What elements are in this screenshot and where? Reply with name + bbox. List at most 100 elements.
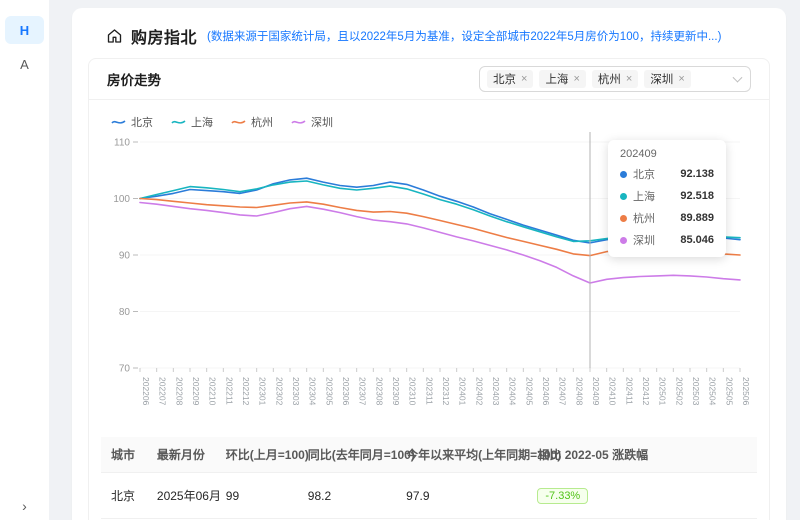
city-tag-beijing[interactable]: 北京 × [487, 70, 534, 88]
city-tag-label: 深圳 [650, 74, 674, 86]
svg-text:70: 70 [119, 364, 131, 375]
series-dot-icon [620, 192, 627, 200]
svg-text:202305: 202305 [324, 377, 334, 406]
sidebar-item-about[interactable]: A [5, 50, 44, 78]
trend-panel-header: 房价走势 北京 × 上海 × 杭州 × 深圳 × [89, 59, 769, 100]
cell-yoy: 98.2 [297, 472, 397, 519]
page-title: 购房指北 [131, 30, 198, 47]
svg-text:202402: 202402 [474, 377, 484, 406]
svg-text:202207: 202207 [158, 377, 168, 406]
svg-text:202404: 202404 [508, 377, 518, 406]
svg-text:202504: 202504 [708, 377, 718, 406]
remove-tag-icon[interactable]: × [678, 73, 684, 85]
tooltip-city: 深圳 [633, 235, 655, 247]
cell-mom: 99 [215, 472, 298, 519]
svg-text:202407: 202407 [558, 377, 568, 406]
page-subtitle: (数据来源于国家统计局，且以2022年5月为基准，设定全部城市2022年5月房价… [207, 31, 722, 43]
header-yoy: 同比(去年同月=100) [297, 437, 415, 473]
svg-text:202405: 202405 [524, 377, 534, 406]
svg-text:202412: 202412 [641, 377, 651, 406]
tooltip-value: 92.138 [680, 168, 714, 180]
svg-text:202309: 202309 [391, 377, 401, 406]
svg-text:80: 80 [119, 307, 131, 318]
svg-text:202411: 202411 [624, 377, 634, 405]
cell-month: 2025年06月 [146, 472, 221, 519]
svg-text:90: 90 [119, 251, 131, 262]
remove-tag-icon[interactable]: × [626, 73, 632, 85]
legend-item-shanghai[interactable]: 上海 [171, 114, 213, 130]
svg-text:110: 110 [114, 138, 130, 149]
series-dot-icon [620, 236, 627, 244]
svg-text:202304: 202304 [308, 377, 318, 406]
legend-label: 深圳 [311, 117, 333, 129]
header-ytd-avg: 今年以来平均(上年同期=100) [396, 437, 561, 473]
city-tag-label: 上海 [545, 74, 569, 86]
tooltip-row: 上海 92.518 [620, 188, 714, 204]
city-tag-label: 北京 [493, 74, 516, 86]
legend-item-hangzhou[interactable]: 杭州 [231, 114, 273, 130]
header-mom: 环比(上月=100) [215, 437, 309, 473]
svg-text:202503: 202503 [691, 377, 701, 406]
tooltip-value: 92.518 [680, 190, 714, 202]
header-change: 相比 2022-05 涨跌幅 [527, 437, 757, 473]
sidebar-item-home[interactable]: H [5, 16, 44, 44]
svg-text:202403: 202403 [491, 377, 501, 406]
trend-panel: 房价走势 北京 × 上海 × 杭州 × 深圳 × 北京 上海 杭州 深圳 70 … [88, 58, 770, 520]
trend-panel-title: 房价走势 [107, 73, 161, 88]
chevron-down-icon[interactable] [732, 72, 743, 83]
legend-label: 上海 [191, 117, 213, 129]
svg-text:202301: 202301 [258, 377, 268, 406]
table-header-row: 城市 最新月份 环比(上月=100) 同比(去年同月=100) 今年以来平均(上… [101, 437, 757, 473]
svg-text:202501: 202501 [658, 377, 668, 406]
svg-text:202206: 202206 [141, 377, 151, 406]
table-row-beijing: 北京 2025年06月 99 98.2 97.9 -7.33% [101, 472, 757, 519]
line-marker-icon [291, 120, 306, 124]
tooltip-value: 89.889 [680, 212, 714, 224]
remove-tag-icon[interactable]: × [573, 73, 579, 85]
line-marker-icon [171, 120, 186, 124]
tooltip-row: 杭州 89.889 [620, 210, 714, 226]
tooltip-city: 杭州 [633, 213, 655, 225]
page-header: 购房指北 (数据来源于国家统计局，且以2022年5月为基准，设定全部城市2022… [88, 22, 770, 58]
tooltip-date: 202409 [620, 148, 657, 160]
city-tag-shanghai[interactable]: 上海 × [539, 70, 586, 88]
svg-text:202312: 202312 [441, 377, 451, 406]
svg-text:202310: 202310 [408, 377, 418, 406]
city-multiselect[interactable]: 北京 × 上海 × 杭州 × 深圳 × [479, 66, 751, 92]
legend-item-beijing[interactable]: 北京 [111, 114, 153, 130]
tooltip-city: 北京 [633, 169, 655, 181]
svg-text:202502: 202502 [674, 377, 684, 406]
series-dot-icon [620, 214, 627, 222]
line-marker-icon [231, 120, 246, 124]
svg-text:202302: 202302 [274, 377, 284, 406]
header-latest-month: 最新月份 [146, 437, 216, 473]
svg-text:202210: 202210 [208, 377, 218, 406]
tooltip-city: 上海 [633, 191, 655, 203]
svg-text:202306: 202306 [341, 377, 351, 406]
chart-legend: 北京 上海 杭州 深圳 [111, 114, 333, 130]
svg-text:202209: 202209 [191, 377, 201, 406]
city-stats-table: 城市 最新月份 环比(上月=100) 同比(去年同月=100) 今年以来平均(上… [101, 437, 757, 520]
city-tag-shenzhen[interactable]: 深圳 × [644, 70, 691, 88]
city-tag-hangzhou[interactable]: 杭州 × [591, 70, 639, 88]
sidebar: H A › [0, 0, 49, 520]
svg-text:202208: 202208 [174, 377, 184, 406]
main-area: 购房指北 (数据来源于国家统计局，且以2022年5月为基准，设定全部城市2022… [49, 0, 800, 520]
line-marker-icon [111, 120, 126, 124]
series-dot-icon [620, 170, 627, 178]
svg-text:202308: 202308 [374, 377, 384, 406]
svg-text:202505: 202505 [724, 377, 734, 406]
content-card: 购房指北 (数据来源于国家统计局，且以2022年5月为基准，设定全部城市2022… [72, 8, 786, 520]
cell-city: 北京 [101, 472, 147, 519]
sidebar-collapse-icon[interactable]: › [0, 498, 49, 514]
legend-item-shenzhen[interactable]: 深圳 [291, 114, 333, 130]
remove-tag-icon[interactable]: × [521, 73, 527, 85]
svg-text:202212: 202212 [241, 377, 251, 406]
header-city: 城市 [101, 437, 147, 473]
tooltip-row: 深圳 85.046 [620, 232, 714, 248]
svg-text:202410: 202410 [608, 377, 618, 406]
cell-ytd-avg: 97.9 [396, 472, 528, 519]
svg-text:202409: 202409 [591, 377, 601, 406]
svg-text:202401: 202401 [458, 377, 468, 406]
price-trend-chart: 北京 上海 杭州 深圳 70 80 90 100 110 202206 2022… [89, 100, 769, 431]
